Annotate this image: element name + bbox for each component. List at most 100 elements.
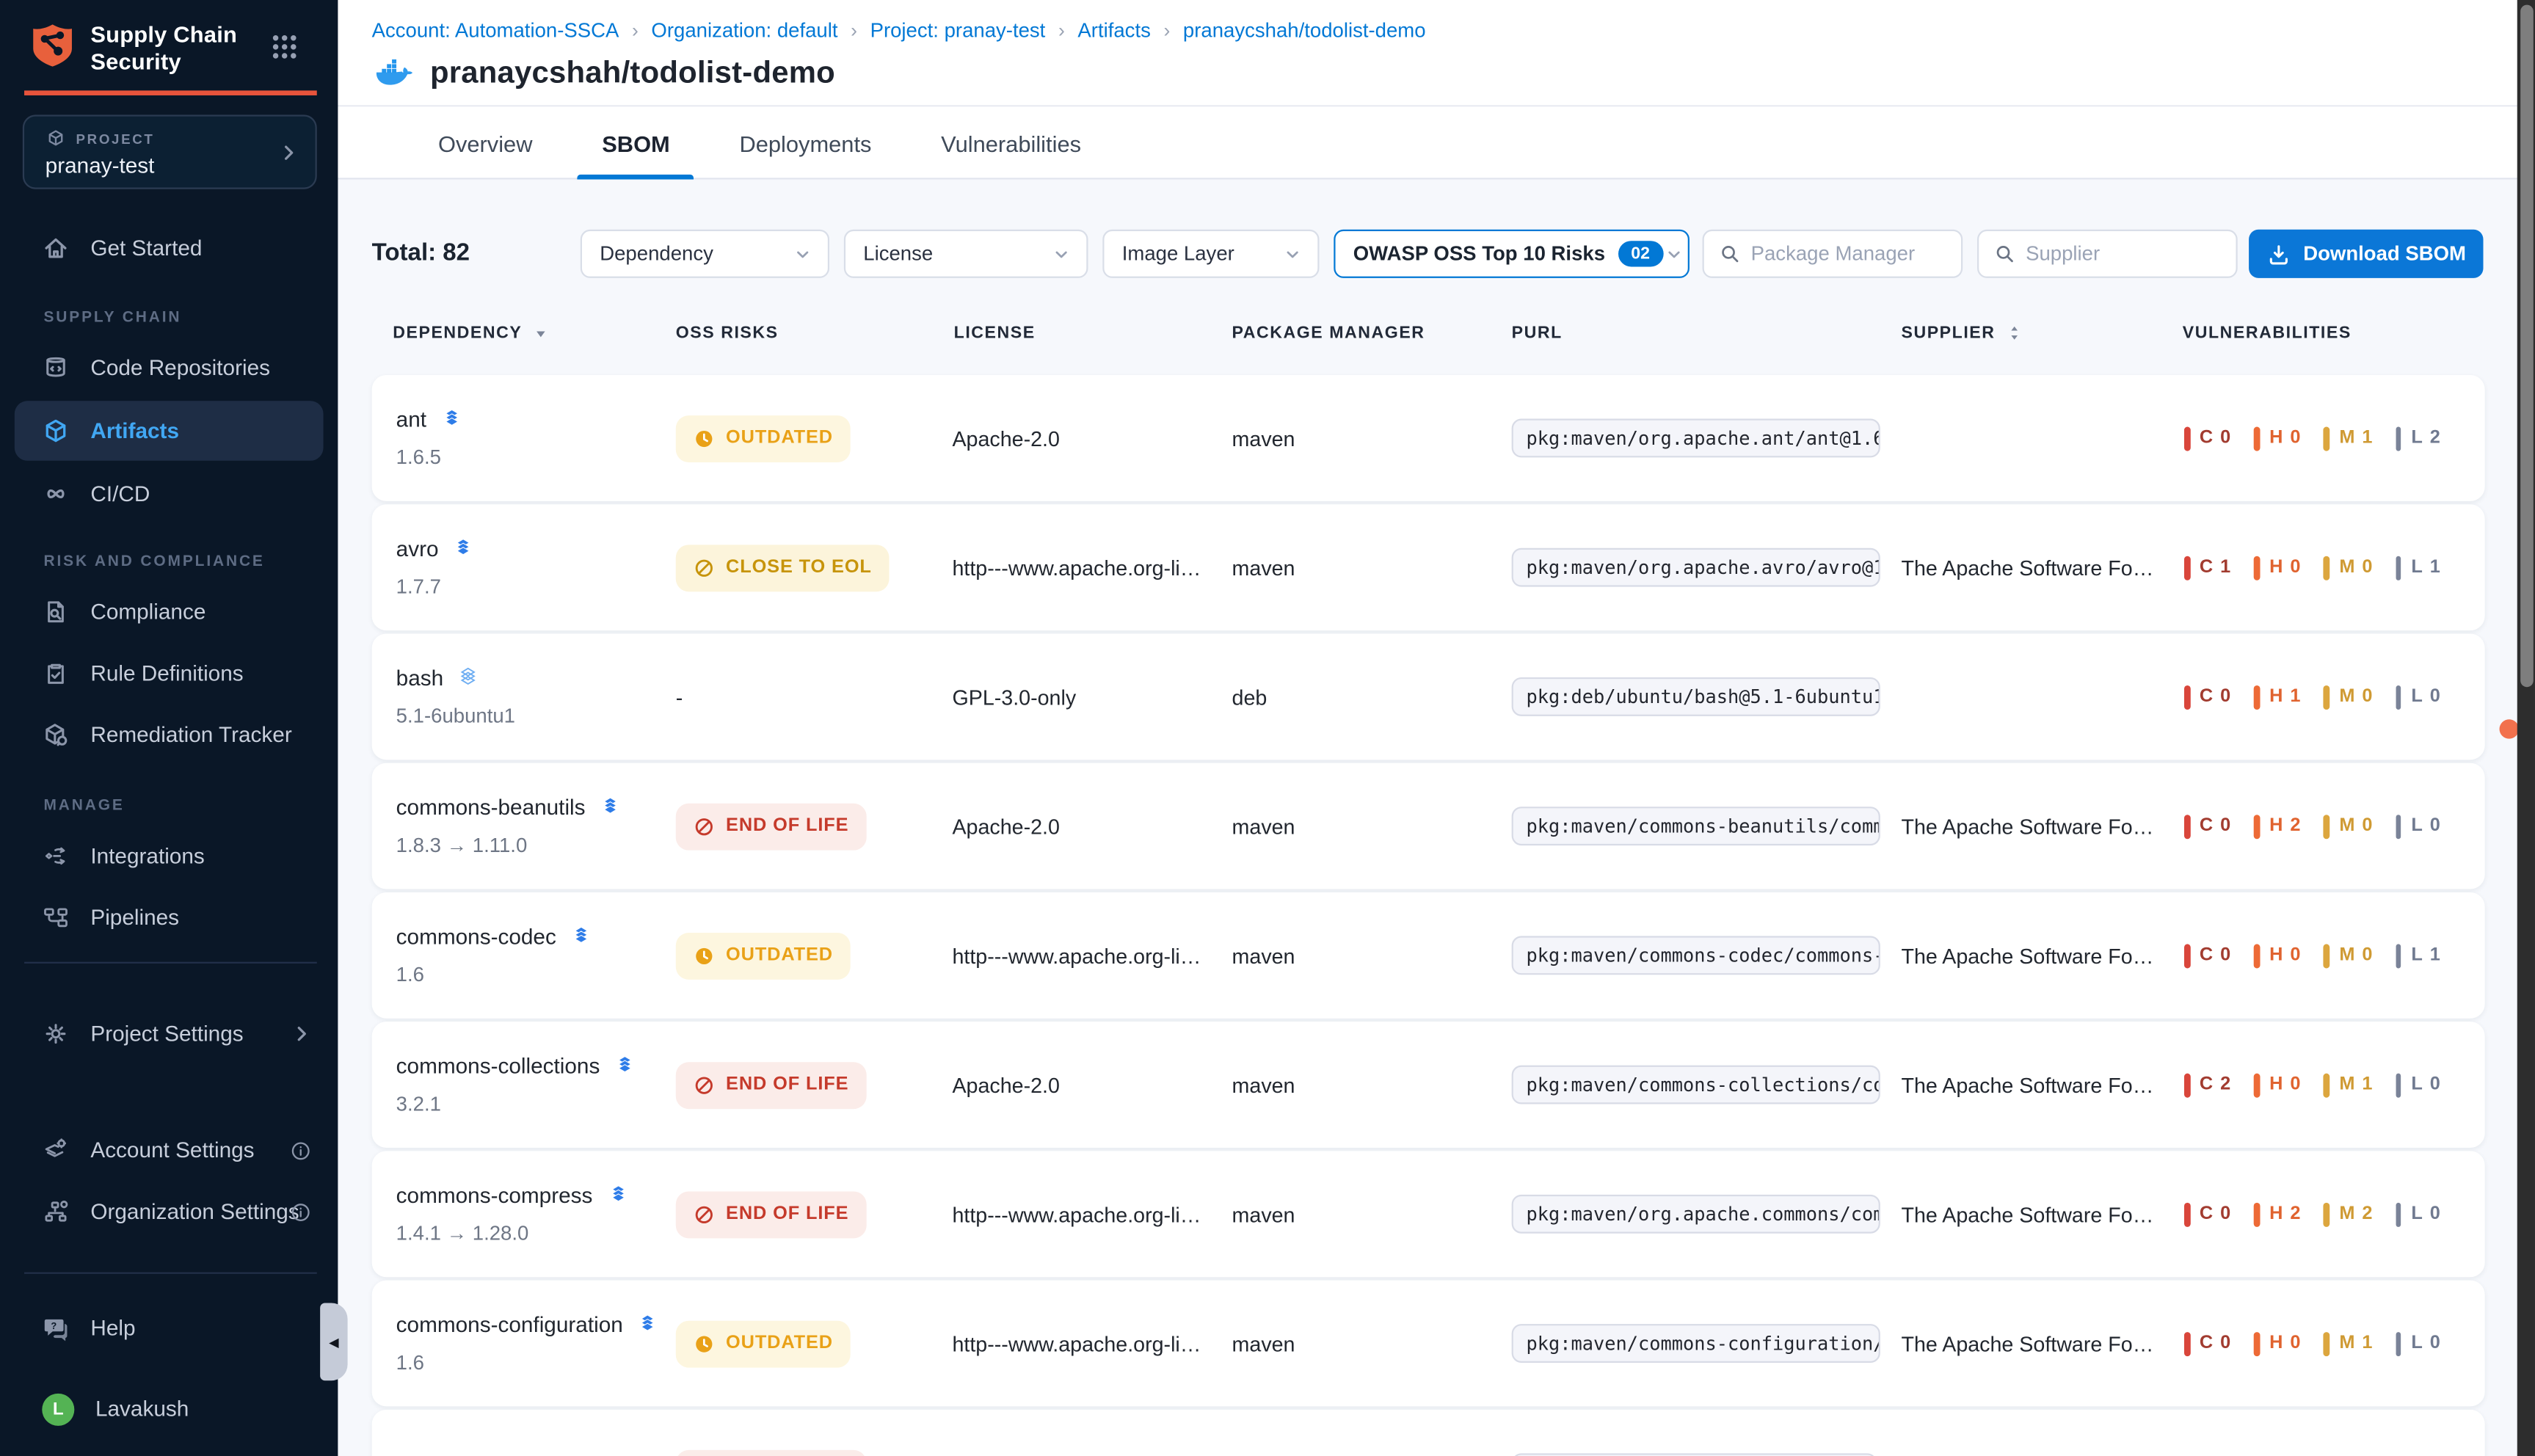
supplier-cell: The Apache Software Foun… (1901, 763, 2156, 889)
purl-chip[interactable]: pkg:deb/ubuntu/bash@5.1-6ubuntu1 (1512, 677, 1880, 716)
table-row[interactable]: ant1.6.5 OUTDATED Apache-2.0 maven pkg:m… (372, 375, 2485, 501)
download-icon (2266, 241, 2291, 266)
oss-risk-badge: OUTDATED (676, 1320, 851, 1367)
sidebar-item-remediation-tracker[interactable]: Remediation Tracker (0, 705, 338, 765)
breadcrumb-organization[interactable]: Organization: default (651, 19, 837, 42)
dependency-version: 1.6 (396, 964, 424, 986)
project-selector[interactable]: PROJECT pranay-test (23, 114, 317, 189)
breadcrumb-project[interactable]: Project: pranay-test (870, 19, 1046, 42)
sidebar-item-project-settings[interactable]: Project Settings (0, 1004, 338, 1064)
layers-icon (613, 1054, 637, 1078)
sidebar-item-artifacts[interactable]: Artifacts (15, 401, 324, 461)
supplier-search (1977, 230, 2238, 278)
dependency-version: 1.7.7 (396, 575, 441, 598)
sidebar-item-integrations[interactable]: Integrations (0, 826, 338, 887)
sort-updown-icon[interactable] (2005, 324, 2024, 343)
sidebar-collapse-handle[interactable]: ◀ (320, 1303, 347, 1380)
sidebar-item-user[interactable]: L Lavakush (0, 1379, 338, 1439)
table-row[interactable]: bash5.1-6ubuntu1 - GPL-3.0-only deb pkg:… (372, 633, 2485, 760)
sidebar-item-organization-settings[interactable]: Organization Settings (0, 1182, 338, 1242)
vulnerability-counts: C2 H0 M1 L0 (2184, 1022, 2443, 1148)
package-manager-cell: maven (1232, 1410, 1295, 1456)
sidebar-item-label: Pipelines (90, 906, 179, 930)
sidebar-item-cicd[interactable]: CI/CD (0, 464, 338, 524)
sidebar-item-help[interactable]: Help (0, 1298, 338, 1358)
purl-chip[interactable]: pkg:maven/commons-collections/co… (1512, 1066, 1880, 1104)
sort-caret-icon[interactable] (532, 324, 550, 342)
app-switcher-grid-icon[interactable] (270, 32, 299, 62)
breadcrumb-separator: › (851, 19, 857, 42)
sidebar-item-get-started[interactable]: Get Started (0, 218, 338, 278)
clock-icon (694, 428, 715, 449)
breadcrumb-artifacts[interactable]: Artifacts (1077, 19, 1150, 42)
sidebar-divider (24, 962, 317, 964)
col-supplier[interactable]: SUPPLIER (1901, 324, 2024, 343)
table-row[interactable]: avro1.7.7 CLOSE TO EOL http---www.apache… (372, 504, 2485, 630)
tab-vulnerabilities[interactable]: Vulnerabilities (926, 106, 1096, 179)
sidebar-item-pipelines[interactable]: Pipelines (0, 887, 338, 947)
owasp-risks-filter-dropdown[interactable]: OWASP OSS Top 10 Risks 02 (1334, 230, 1690, 278)
dependency-name: bash (396, 666, 444, 691)
chevron-down-icon (1051, 244, 1072, 265)
col-purl: PURL (1512, 324, 1563, 343)
vulnerability-counts: C0 H0 M1 L2 (2184, 375, 2443, 501)
oss-risk-badge: CLOSE TO EOL (676, 544, 890, 591)
license-filter-dropdown[interactable]: License (844, 230, 1088, 278)
home-icon (42, 234, 69, 261)
table-row[interactable]: commons-beanutils1.8.3 → 1.11.0 END OF L… (372, 763, 2485, 889)
info-icon[interactable] (289, 1201, 312, 1223)
supplier-search-input[interactable] (2026, 242, 2211, 265)
purl-chip[interactable]: pkg:maven/commons-fileupload/… (1512, 1453, 1877, 1456)
table-row[interactable]: commons-fileupload END OF LIFE Apache-2.… (372, 1410, 2485, 1456)
sidebar-item-label: Get Started (90, 236, 202, 261)
col-dependency[interactable]: DEPENDENCY (393, 324, 550, 343)
table-row[interactable]: commons-codec1.6 OUTDATED http---www.apa… (372, 892, 2485, 1019)
purl-chip[interactable]: pkg:maven/org.apache.avro/avro@1… (1512, 548, 1880, 587)
col-license: LICENSE (954, 324, 1036, 343)
sbom-table: ant1.6.5 OUTDATED Apache-2.0 maven pkg:m… (372, 375, 2485, 1456)
sidebar-item-label: Project Settings (90, 1022, 243, 1046)
dependency-filter-dropdown[interactable]: Dependency (581, 230, 829, 278)
table-row[interactable]: commons-collections3.2.1 END OF LIFE Apa… (372, 1022, 2485, 1148)
table-row[interactable]: commons-configuration1.6 OUTDATED http--… (372, 1281, 2485, 1407)
breadcrumb-account[interactable]: Account: Automation-SSCA (372, 19, 619, 42)
download-sbom-button[interactable]: Download SBOM (2249, 230, 2483, 278)
sidebar-item-compliance[interactable]: Compliance (0, 582, 338, 642)
sidebar-section-risk-compliance: RISK AND COMPLIANCE (43, 553, 264, 570)
image-layer-filter-dropdown[interactable]: Image Layer (1102, 230, 1319, 278)
page-scrollbar[interactable] (2517, 0, 2535, 1456)
oss-risk-none: - (676, 685, 683, 709)
page-title: pranaycshah/todolist-demo (430, 56, 835, 91)
dependency-name: commons-compress (396, 1183, 593, 1207)
sidebar-item-label: Remediation Tracker (90, 723, 291, 747)
purl-chip[interactable]: pkg:maven/commons-configuration/… (1512, 1324, 1880, 1363)
purl-chip[interactable]: pkg:maven/commons-beanutils/comm… (1512, 807, 1880, 845)
purl-chip[interactable]: pkg:maven/org.apache.commons/com… (1512, 1195, 1880, 1234)
package-manager-search-input[interactable] (1751, 242, 1937, 265)
sidebar-item-label: Help (90, 1316, 135, 1340)
tab-overview[interactable]: Overview (423, 106, 547, 179)
purl-chip[interactable]: pkg:maven/org.apache.ant/ant@1.6… (1512, 419, 1880, 458)
clock-icon (694, 1333, 715, 1354)
slash-circle-icon (694, 1204, 715, 1225)
sidebar-item-account-settings[interactable]: Account Settings (0, 1121, 338, 1181)
scrollbar-thumb[interactable] (2520, 5, 2533, 688)
package-manager-cell: maven (1232, 1151, 1295, 1277)
info-icon[interactable] (289, 1139, 312, 1162)
sidebar-item-code-repositories[interactable]: Code Repositories (0, 338, 338, 398)
layers-icon (598, 796, 622, 820)
notification-dot[interactable] (2500, 719, 2519, 738)
supplier-cell: The Apache Software Foun… (1901, 892, 2156, 1019)
tab-deployments[interactable]: Deployments (725, 106, 887, 179)
col-vulnerabilities: VULNERABILITIES (2183, 324, 2352, 343)
layers-icon (569, 925, 593, 949)
tab-sbom[interactable]: SBOM (587, 106, 684, 179)
breadcrumb-current[interactable]: pranaycshah/todolist-demo (1183, 19, 1426, 42)
vulnerability-counts: C0 H0 M0 L0 (2184, 1410, 2443, 1456)
vulnerability-counts: C0 H0 M1 L0 (2184, 1281, 2443, 1407)
table-row[interactable]: commons-compress1.4.1 → 1.28.0 END OF LI… (372, 1151, 2485, 1277)
purl-chip[interactable]: pkg:maven/commons-codec/commons-… (1512, 936, 1880, 975)
sidebar-item-label: Account Settings (90, 1138, 254, 1162)
breadcrumb-separator: › (1163, 19, 1170, 42)
sidebar-item-rule-definitions[interactable]: Rule Definitions (0, 644, 338, 704)
